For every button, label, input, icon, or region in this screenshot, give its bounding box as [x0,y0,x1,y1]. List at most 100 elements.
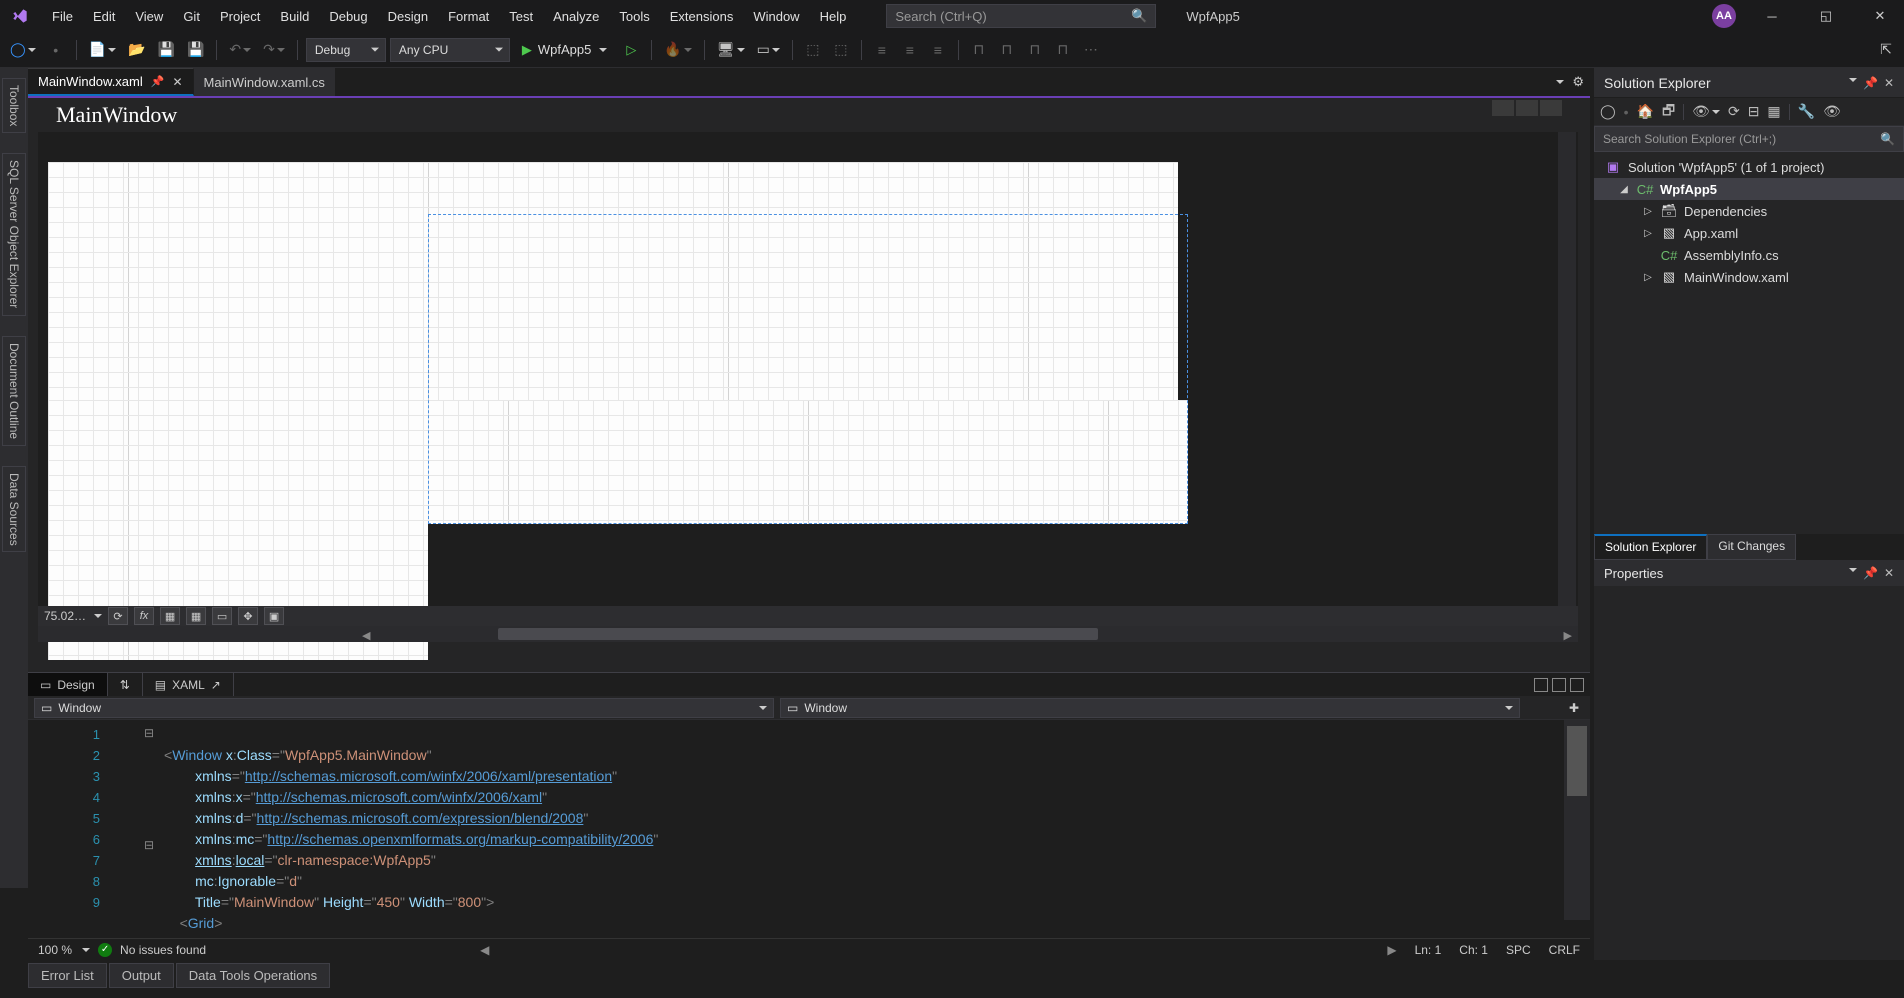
hscroll-left-icon[interactable]: ◀ [362,629,370,642]
zoom-value[interactable]: 75.02… [44,609,86,623]
user-avatar[interactable]: AA [1712,4,1736,28]
window-restore-button[interactable]: ◱ [1808,2,1844,30]
props-pin-icon[interactable]: 📌 [1863,566,1878,580]
layout-button[interactable]: ▭ [753,38,784,62]
pin-icon[interactable]: 📌 [151,75,165,88]
tb-icon-4[interactable]: ≡ [898,38,922,62]
window-minimize-button[interactable]: ─ [1754,2,1790,30]
menu-view[interactable]: View [125,3,173,30]
se-back-icon[interactable]: ◯ [1600,103,1616,120]
device-button[interactable]: ▣ [264,607,284,625]
hot-reload-button[interactable]: 🔥 [660,38,695,62]
tree-mainwindow-xaml[interactable]: ▷ ▧ MainWindow.xaml [1594,266,1904,288]
nav-back-button[interactable]: ◯ [6,38,40,62]
menu-git[interactable]: Git [173,3,210,30]
se-home-icon[interactable]: 🏠 [1637,103,1654,120]
menu-edit[interactable]: Edit [83,3,125,30]
hscroll-right-icon[interactable]: ▶ [1564,629,1572,642]
tab-overflow-icon[interactable] [1556,80,1564,88]
start-debug-button[interactable]: ▶ WpfApp5 [514,38,615,62]
zoom-refresh-button[interactable]: ⟳ [108,607,128,625]
swap-panes-button[interactable]: ⇅ [108,673,143,696]
tree-assemblyinfo[interactable]: ▷ C# AssemblyInfo.cs [1594,244,1904,266]
code-vscrollbar[interactable] [1564,720,1590,920]
zoom-caret-icon[interactable] [94,614,102,622]
save-button[interactable]: 💾 [154,38,179,62]
rail-sql-server[interactable]: SQL Server Object Explorer [2,153,26,315]
rail-data-sources[interactable]: Data Sources [2,466,26,553]
se-close-icon[interactable]: ✕ [1884,76,1894,90]
breadcrumb-scope-left[interactable]: ▭ Window [34,698,774,718]
tb-icon-2[interactable]: ⬚ [829,38,853,62]
close-tab-icon[interactable]: ✕ [172,75,182,89]
menu-test[interactable]: Test [499,3,543,30]
menu-tools[interactable]: Tools [609,3,659,30]
global-search-input[interactable]: Search (Ctrl+Q) 🔍 [886,4,1156,28]
menu-window[interactable]: Window [743,3,809,30]
xaml-code-editor[interactable]: 123 456 789 ⊟⊟ <Window x:Class="WpfApp5.… [28,720,1590,948]
grid-snap-button[interactable]: ▦ [186,607,206,625]
grid-toggle-button[interactable]: ▦ [160,607,180,625]
issues-text[interactable]: No issues found [120,943,206,957]
nav-forward-button[interactable]: • [44,38,68,62]
split-tab-xaml[interactable]: ▤ XAML ↗ [143,673,234,696]
menu-debug[interactable]: Debug [319,3,377,30]
split-vertical-button[interactable] [1534,678,1548,692]
rail-toolbox[interactable]: Toolbox [2,78,26,133]
browse-button[interactable]: 🖥 [713,38,749,62]
window-close-button[interactable]: ✕ [1862,2,1898,30]
tb-icon-8[interactable]: ⊓ [1023,38,1047,62]
tab-settings-icon[interactable]: ⚙ [1572,74,1584,90]
collapse-pane-button[interactable] [1570,678,1584,692]
se-fwd-icon[interactable]: • [1624,104,1629,120]
tab-git-changes[interactable]: Git Changes [1707,534,1796,560]
expander-icon[interactable]: ◢ [1618,184,1630,195]
menu-file[interactable]: File [42,3,83,30]
tree-solution-node[interactable]: ▣ Solution 'WpfApp5' (1 of 1 project) [1594,156,1904,178]
tb-icon-5[interactable]: ≡ [926,38,950,62]
props-dropdown-icon[interactable] [1849,568,1857,582]
menu-design[interactable]: Design [378,3,438,30]
se-collapse-icon[interactable]: ⊟ [1748,103,1760,120]
tab-solution-explorer[interactable]: Solution Explorer [1594,534,1707,560]
menu-project[interactable]: Project [210,3,270,30]
tree-dependencies[interactable]: ▷ 🗃 Dependencies [1594,200,1904,222]
breadcrumb-scope-right[interactable]: ▭ Window [780,698,1520,718]
snap-options-button[interactable]: ✥ [238,607,258,625]
open-file-button[interactable]: 📂 [124,38,149,62]
menu-build[interactable]: Build [270,3,319,30]
solution-explorer-search[interactable]: Search Solution Explorer (Ctrl+;) 🔍 [1594,126,1904,152]
fx-button[interactable]: fx [134,607,154,625]
doc-tab-mainwindow-xaml[interactable]: MainWindow.xaml 📌 ✕ [28,68,194,96]
menu-format[interactable]: Format [438,3,499,30]
tb-icon-7[interactable]: ⊓ [995,38,1019,62]
snap-lines-button[interactable]: ▭ [212,607,232,625]
eol-mode[interactable]: CRLF [1549,943,1580,957]
split-tab-design[interactable]: ▭ Design [28,673,108,696]
hscroll-thumb[interactable] [498,628,1098,640]
tb-icon-9[interactable]: ⊓ [1051,38,1075,62]
se-showall-icon[interactable]: ▦ [1767,103,1780,120]
solution-config-dropdown[interactable]: Debug [306,38,386,62]
se-preview-icon[interactable]: 👁 [1823,103,1841,120]
expander-icon[interactable]: ▷ [1642,228,1654,239]
designer-vscrollbar[interactable] [1558,132,1576,642]
props-close-icon[interactable]: ✕ [1884,566,1894,580]
se-filter-icon[interactable]: 👁 [1692,103,1720,120]
solution-platform-dropdown[interactable]: Any CPU [390,38,510,62]
se-refresh-icon[interactable]: ⟳ [1728,103,1740,120]
fold-gutter[interactable]: ⊟⊟ [144,726,158,852]
se-pin-icon[interactable]: 📌 [1863,76,1878,90]
tree-app-xaml[interactable]: ▷ ▧ App.xaml [1594,222,1904,244]
popout-icon[interactable]: ↗ [211,678,221,692]
tb-icon-6[interactable]: ⊓ [967,38,991,62]
save-all-button[interactable]: 💾 [183,38,208,62]
se-switch-view-icon[interactable]: 🗗 [1662,100,1675,124]
tb-icon-3[interactable]: ≡ [870,38,894,62]
tab-error-list[interactable]: Error List [28,963,107,988]
expander-icon[interactable]: ▷ [1642,272,1654,283]
menu-analyze[interactable]: Analyze [543,3,609,30]
design-canvas[interactable]: 75.02… ⟳ fx ▦ ▦ ▭ ✥ ▣ ◀ ▶ [38,132,1578,642]
tb-overflow[interactable]: ⋯ [1079,38,1103,62]
undo-button[interactable]: ↶ [225,38,255,62]
